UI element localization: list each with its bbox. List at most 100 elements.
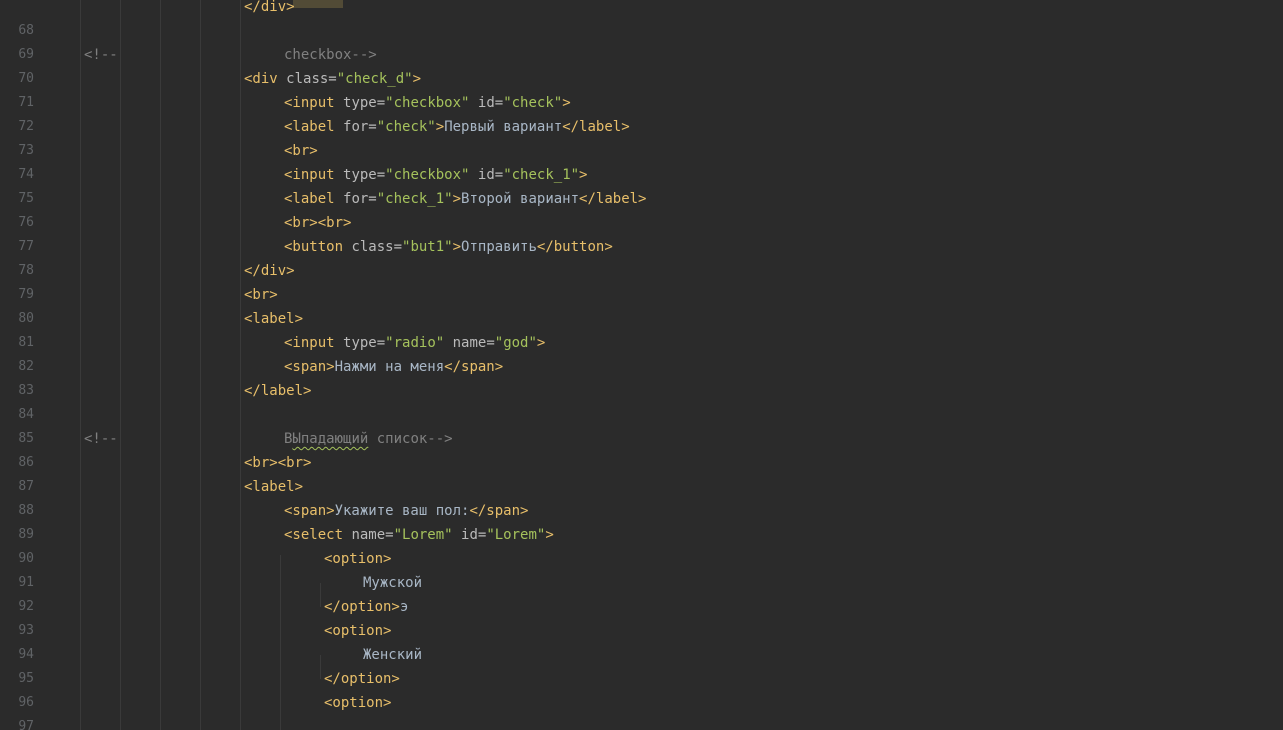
attribute-name: for= [343,191,377,207]
attribute-value: "Lorem" [486,527,546,543]
code-line[interactable]: 97 <option> [0,691,1283,730]
html-tag: <label> [244,311,304,327]
text-content: Мужской [363,575,423,591]
html-tag: </option> [324,599,400,615]
html-tag: <br><br> [244,455,312,471]
attribute-value: "god" [494,335,537,351]
code-line[interactable]: 82 <input type="radio" name="god"> [0,331,1283,374]
html-tag: > [452,239,462,255]
html-tag: <option> [324,623,392,639]
attribute-name: type= [343,95,386,111]
html-tag: </div> [244,0,295,15]
attribute-name: type= [343,167,386,183]
code-line[interactable]: 84 </label> [0,379,1283,422]
text-content: Первый вариант [444,119,563,135]
text-content: Женский [363,647,423,663]
attribute-name: name= [444,335,495,351]
code-line[interactable]: 79 </div> [0,259,1283,302]
attribute-name: type= [343,335,386,351]
comment-start: <!-- [84,47,118,63]
html-tag: </option> [324,671,400,687]
html-tag: <br><br> [284,215,352,231]
attribute-name: id= [452,527,487,543]
html-tag: <input [284,95,344,111]
code-editor[interactable]: 68 </div> 69 70 <!-- checkbox--> 71 <div… [0,0,1283,730]
attribute-value: "checkbox" [385,167,470,183]
code-line[interactable]: 78 <button class="but1">Отправить</butto… [0,235,1283,278]
attribute-value: "check_d" [336,71,413,87]
attribute-name: for= [343,119,377,135]
html-tag: <select [284,527,352,543]
code-line[interactable]: 81 <label> [0,307,1283,350]
html-tag: > [545,527,554,543]
text-content: э [399,599,409,615]
html-tag: <option> [324,695,392,711]
text-content: Второй вариант [461,191,580,207]
html-tag: </label> [244,383,312,399]
html-tag: > [536,335,546,351]
html-tag: <br> [284,143,318,159]
code-line[interactable]: 94 <option> [0,619,1283,662]
html-tag: </span> [469,503,529,519]
html-tag: </label> [579,191,647,207]
html-tag: > [412,71,422,87]
code-line[interactable]: 88 <label> [0,475,1283,518]
html-tag: <input [284,335,344,351]
code-line[interactable]: 83 <span>Нажми на меня</span> [0,355,1283,398]
attribute-name: id= [469,95,504,111]
attribute-name: class= [286,71,337,87]
code-line[interactable]: 89 <span>Укажите ваш пол:</span> [0,499,1283,542]
html-tag: <span> [284,359,335,375]
html-tag: </button> [536,239,613,255]
attribute-value: "check_1" [503,167,580,183]
html-tag: <label> [244,479,304,495]
html-tag: <label [284,191,344,207]
comment-start: <!-- [84,431,118,447]
html-tag: <span> [284,503,335,519]
html-tag: > [562,95,571,111]
html-tag: > [579,167,588,183]
html-tag: <label [284,119,344,135]
attribute-value: "radio" [385,335,445,351]
code-line[interactable]: 80 <br> [0,283,1283,326]
html-tag: <option> [324,551,392,567]
attribute-name: id= [469,167,504,183]
code-line[interactable]: 71 <div class="check_d"> [0,67,1283,110]
code-line[interactable]: 74 <br> [0,139,1283,182]
code-line[interactable]: 87 <br><br> [0,451,1283,494]
attribute-name: name= [351,527,394,543]
code-line[interactable]: 72 <input type="checkbox" id="check"> [0,91,1283,134]
attribute-value: "check" [376,119,436,135]
code-line[interactable]: 69 [0,19,1283,62]
code-line[interactable]: 73 <label for="check">Первый вариант</la… [0,115,1283,158]
html-tag: </span> [444,359,504,375]
comment-text: список--> [368,431,453,447]
code-line[interactable]: 68 </div> [0,0,1283,38]
code-line[interactable]: 92 Мужской [0,571,1283,614]
comment-text: checkbox--> [284,47,377,63]
code-line[interactable]: 93 </option>э [0,595,1283,638]
html-tag: <div [244,71,287,87]
attribute-value: "check" [503,95,563,111]
attribute-value: "but1" [402,239,453,255]
code-lines[interactable]: 68 </div> 69 70 <!-- checkbox--> 71 <div… [0,0,1283,730]
code-line[interactable]: 96 </option> [0,667,1283,710]
html-tag: <button [284,239,352,255]
text-content: Нажми на меня [334,359,445,375]
code-line[interactable]: 90 <select name="Lorem" id="Lorem"> [0,523,1283,566]
code-line[interactable]: 86 <!-- ВЫпадающий список--> [0,427,1283,470]
html-tag: > [452,191,462,207]
html-tag: <br> [244,287,278,303]
code-line[interactable]: 77 <br><br> [0,211,1283,254]
attribute-value: "check_1" [376,191,453,207]
text-content: Укажите ваш пол: [334,503,470,519]
code-line[interactable]: 91 <option> [0,547,1283,590]
code-line[interactable]: 70 <!-- checkbox--> [0,43,1283,86]
html-tag: <input [284,167,344,183]
code-line[interactable]: 85 [0,403,1283,446]
code-line[interactable]: 76 <label for="check_1">Второй вариант</… [0,187,1283,230]
code-line[interactable]: 75 <input type="checkbox" id="check_1"> [0,163,1283,206]
html-tag: </div> [244,263,295,279]
html-tag: </label> [562,119,630,135]
code-line[interactable]: 95 Женский [0,643,1283,686]
